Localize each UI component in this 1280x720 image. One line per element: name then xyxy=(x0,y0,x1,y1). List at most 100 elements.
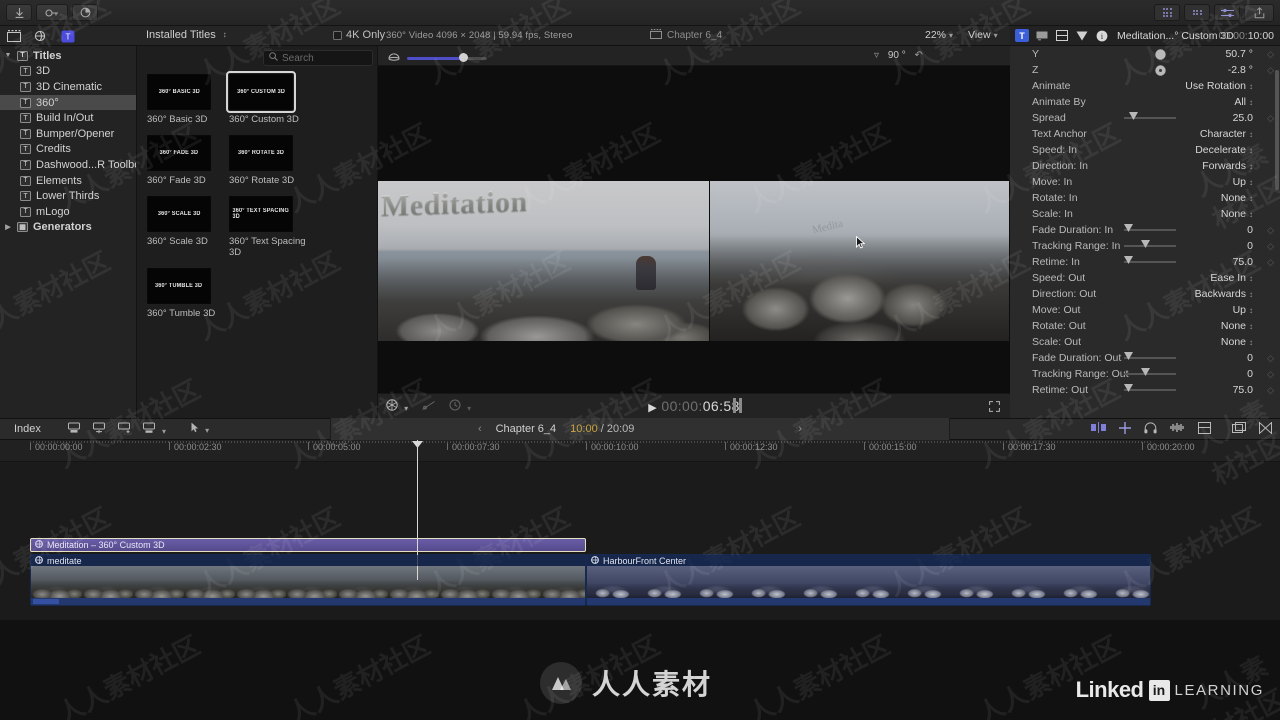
slider-handle[interactable] xyxy=(1141,368,1150,376)
keyframe-button[interactable]: ◇ xyxy=(1267,241,1274,252)
sidebar-item-dashwood-r-toolbox[interactable]: T Dashwood...R Toolbox xyxy=(0,157,136,173)
chevron-updown-icon[interactable]: ↕ xyxy=(1249,163,1253,171)
parameter-value[interactable]: Ease In ↕ xyxy=(1210,272,1253,284)
title-thumbnail[interactable]: 360° TEXT SPACING 3D xyxy=(229,196,293,232)
inspector-row[interactable]: Scale: In None ↕ xyxy=(1010,206,1280,222)
chevron-updown-icon[interactable]: ↕ xyxy=(1249,83,1253,91)
keyframe-button[interactable]: ◇ xyxy=(1267,369,1274,380)
share-button[interactable] xyxy=(1244,3,1274,22)
parameter-slider[interactable] xyxy=(1124,368,1176,376)
slider-handle[interactable] xyxy=(1141,240,1150,248)
parameter-value[interactable]: Up ↕ xyxy=(1233,304,1253,316)
chevron-updown-icon[interactable]: ↕ xyxy=(1249,179,1253,187)
chevron-updown-icon[interactable]: ↕ xyxy=(1249,291,1253,299)
next-project-icon[interactable]: › xyxy=(798,423,802,435)
slider-handle[interactable] xyxy=(1124,384,1133,392)
viewer-zoom-dropdown[interactable]: 22% ▾ xyxy=(925,29,953,41)
timeline-clip-meditate[interactable]: meditate xyxy=(30,554,586,606)
parameter-value[interactable]: 0 xyxy=(1247,240,1253,252)
title-thumbnail[interactable]: 360° ROTATE 3D xyxy=(229,135,293,171)
fov-slider-knob[interactable] xyxy=(459,53,468,62)
timeline-ruler[interactable]: 00:00:00:00 00:00:02:30 00:00:05:00 00:00:0… xyxy=(0,440,1280,462)
titles-sidebar[interactable]: ▼ T Titles T 3D T 3D Cinematic T 360° T Build In/O… xyxy=(0,46,137,418)
keyframe-button[interactable]: ◇ xyxy=(1267,65,1274,76)
play-icon[interactable]: ▶ xyxy=(648,402,657,414)
parameter-slider[interactable] xyxy=(1124,352,1176,360)
parameter-value[interactable]: None ↕ xyxy=(1221,208,1253,220)
title-thumbnail[interactable]: 360° FADE 3D xyxy=(147,135,211,171)
rotation-dial[interactable] xyxy=(1155,64,1166,79)
keyframe-button[interactable]: ◇ xyxy=(1267,257,1274,268)
title-item[interactable]: 360° TEXT SPACING 3D 360° Text Spacing 3D xyxy=(229,196,306,258)
titles-generators-icon[interactable] xyxy=(33,29,49,43)
inspector-row[interactable]: Rotate: In None ↕ xyxy=(1010,190,1280,206)
sidebar-item-3d[interactable]: T 3D xyxy=(0,64,136,80)
inspector-row[interactable]: Speed: In Decelerate ↕ xyxy=(1010,142,1280,158)
chevron-updown-icon[interactable]: ↕ xyxy=(1249,275,1253,283)
text-inspector-icon[interactable]: T xyxy=(1015,29,1029,42)
inspector-row[interactable]: Rotate: Out None ↕ xyxy=(1010,318,1280,334)
inspector-row[interactable]: Tracking Range: In 0 ◇ xyxy=(1010,238,1280,254)
import-media-button[interactable] xyxy=(6,4,32,21)
append-clip-icon[interactable] xyxy=(117,422,131,437)
title-thumbnail[interactable]: 360° SCALE 3D xyxy=(147,196,211,232)
parameter-slider[interactable] xyxy=(1124,256,1176,264)
sidebar-item-build-in-out[interactable]: T Build In/Out xyxy=(0,110,136,126)
parameter-value[interactable]: None ↕ xyxy=(1221,320,1253,332)
chevron-updown-icon[interactable]: ↕ xyxy=(1249,147,1253,155)
inspector-row[interactable]: Move: Out Up ↕ xyxy=(1010,302,1280,318)
connect-clip-icon[interactable] xyxy=(67,422,81,437)
triangle-right-icon[interactable]: ▶ xyxy=(4,223,12,231)
chevron-updown-icon[interactable]: ↕ xyxy=(1249,339,1253,347)
color-board-button[interactable] xyxy=(1184,4,1210,21)
chevron-updown-icon[interactable]: ↕ xyxy=(1249,195,1253,203)
sidebar-item-titles[interactable]: ▼ T Titles xyxy=(0,48,136,64)
viewer-view-dropdown[interactable]: View ▾ xyxy=(968,29,998,41)
trim-tool-icon[interactable] xyxy=(1091,422,1106,436)
parameter-value[interactable]: Decelerate ↕ xyxy=(1195,144,1253,156)
installed-titles-dropdown[interactable]: Installed Titles ↕ xyxy=(146,29,227,41)
inspector-row[interactable]: Move: In Up ↕ xyxy=(1010,174,1280,190)
generator-inspector-icon[interactable] xyxy=(1035,29,1049,42)
parameter-value[interactable]: 75.0 xyxy=(1233,256,1253,268)
search-input[interactable]: Search xyxy=(263,50,373,66)
inspector-row[interactable]: Direction: In Forwards ↕ xyxy=(1010,158,1280,174)
split-view-icon[interactable] xyxy=(1232,421,1246,437)
sidebar-item-mlogo[interactable]: TmLogo xyxy=(0,204,136,220)
parameter-value[interactable]: 50.7 ° xyxy=(1225,48,1253,60)
sidebar-item-generators[interactable]: ▶ ▦ Generators xyxy=(0,220,136,236)
parameter-slider[interactable] xyxy=(1124,112,1176,120)
inspector-parameter-list[interactable]: Y 50.7 ° ◇ Z -2.8 ° ◇ Animate Use Rotation ↕ Anim… xyxy=(1010,46,1280,418)
timeline-clip-harbourfront[interactable]: HarbourFront Center xyxy=(586,554,1151,606)
inspector-row[interactable]: Direction: Out Backwards ↕ xyxy=(1010,286,1280,302)
inspector-row[interactable]: Text Anchor Character ↕ xyxy=(1010,126,1280,142)
chevron-updown-icon[interactable]: ↕ xyxy=(1249,323,1253,331)
insert-clip-icon[interactable] xyxy=(92,422,106,437)
photos-audio-icon[interactable] xyxy=(6,29,22,43)
title-thumbnail[interactable]: 360° CUSTOM 3D xyxy=(226,71,296,113)
title-item[interactable]: 360° CUSTOM 3D 360° Custom 3D xyxy=(226,71,301,125)
event-viewer[interactable]: Meditation xyxy=(378,66,710,419)
parameter-slider[interactable] xyxy=(1124,224,1176,232)
parameter-value[interactable]: Use Rotation ↕ xyxy=(1185,80,1253,92)
chevron-updown-icon[interactable]: ↕ xyxy=(1249,211,1253,219)
inspector-row[interactable]: Tracking Range: Out 0 ◇ xyxy=(1010,366,1280,382)
timeline-title-clip[interactable]: Meditation – 360° Custom 3D xyxy=(30,538,586,552)
slider-handle[interactable] xyxy=(1124,352,1133,360)
add-marker-icon[interactable] xyxy=(1119,421,1131,437)
triangle-down-icon[interactable]: ▼ xyxy=(4,52,12,59)
inspector-row[interactable]: Retime: In 75.0 ◇ xyxy=(1010,254,1280,270)
sidebar-item-360[interactable]: T 360° xyxy=(0,94,136,111)
parameter-slider[interactable] xyxy=(1124,240,1176,248)
inspector-row[interactable]: Animate By All ↕ xyxy=(1010,94,1280,110)
background-tasks-button[interactable] xyxy=(72,4,98,21)
parameter-value[interactable]: 25.0 xyxy=(1233,112,1253,124)
sidebar-item-bumper-opener[interactable]: T Bumper/Opener xyxy=(0,126,136,142)
title-item[interactable]: 360° FADE 3D 360° Fade 3D xyxy=(147,135,219,186)
pause-icon[interactable] xyxy=(733,398,742,413)
parameter-value[interactable]: 0 xyxy=(1247,352,1253,364)
fov-slider[interactable] xyxy=(388,52,487,64)
chevron-updown-icon[interactable]: ↕ xyxy=(1249,307,1253,315)
sidebar-item-elements[interactable]: T Elements xyxy=(0,173,136,189)
slider-handle[interactable] xyxy=(1129,112,1138,120)
